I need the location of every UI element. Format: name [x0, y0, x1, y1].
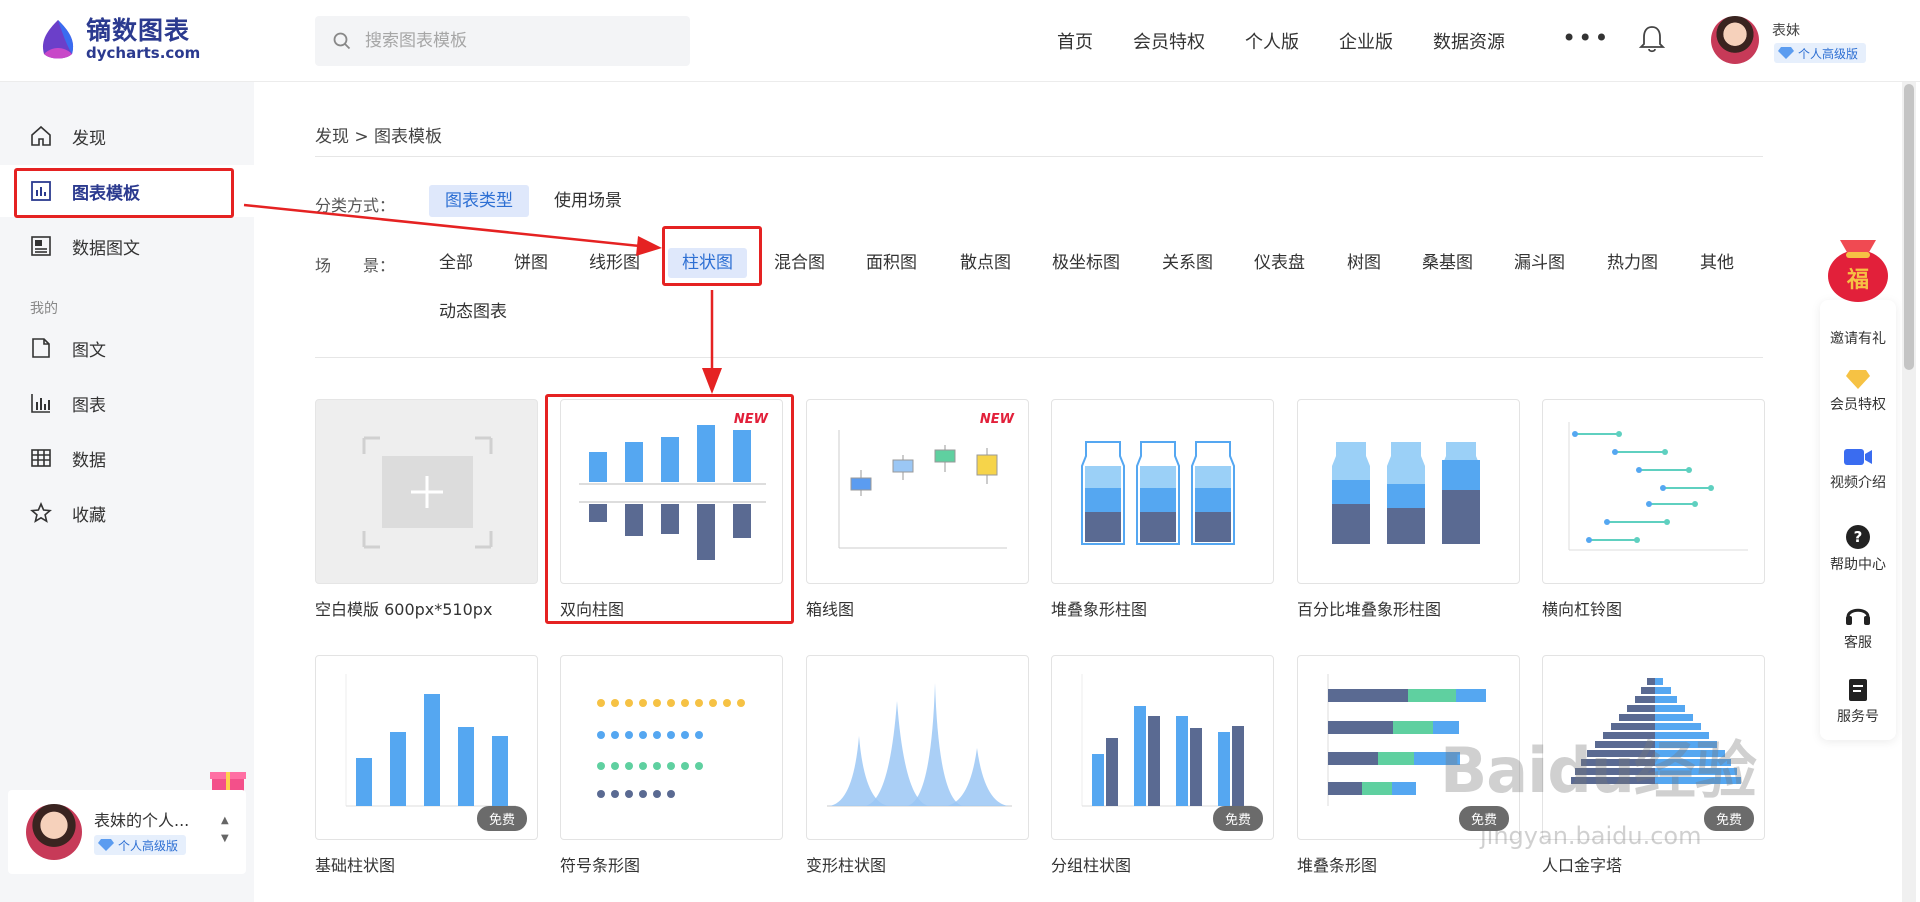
document-icon: [1849, 679, 1867, 701]
bottle-chart-thumbnail: [1081, 441, 1235, 545]
float-help[interactable]: ? 帮助中心: [1820, 524, 1896, 574]
template-card-symbol-bar[interactable]: [560, 655, 783, 840]
free-badge: 免费: [1212, 806, 1263, 831]
floating-toolbar: 邀请有礼 会员特权 视频介绍 ? 帮助中心 客服 服务号: [1820, 300, 1896, 740]
help-icon: ?: [1846, 525, 1870, 549]
float-label: 客服: [1844, 635, 1872, 651]
float-invite[interactable]: 邀请有礼: [1820, 328, 1896, 348]
template-title: 百分比堆叠象形柱图: [1297, 600, 1442, 619]
template-title: 基础柱状图: [315, 856, 396, 875]
template-card-dumbbell[interactable]: [1542, 399, 1765, 584]
float-video[interactable]: 视频介绍: [1820, 446, 1896, 492]
float-service-account[interactable]: 服务号: [1820, 678, 1896, 726]
highlight-bidirectional-bar: [545, 394, 794, 624]
template-title: 符号条形图: [560, 856, 641, 875]
template-title: 箱线图: [806, 600, 855, 619]
template-title: 变形柱状图: [806, 856, 887, 875]
template-card-boxplot[interactable]: NEW: [806, 399, 1029, 584]
template-card-basic-bar[interactable]: 免费: [315, 655, 538, 840]
svg-text:?: ?: [1854, 528, 1863, 546]
video-icon: [1844, 449, 1872, 465]
float-customer-service[interactable]: 客服: [1820, 602, 1896, 652]
scrollbar-thumb[interactable]: [1904, 84, 1914, 370]
template-title: 堆叠象形柱图: [1051, 600, 1148, 619]
template-title: 分组柱状图: [1051, 856, 1132, 875]
symbol-bar-thumbnail: [597, 699, 745, 798]
percent-bottle-chart-thumbnail: [1332, 442, 1480, 544]
template-card-grouped-bar[interactable]: 免费: [1051, 655, 1274, 840]
template-title: 横向杠铃图: [1542, 600, 1623, 619]
headset-icon: [1846, 608, 1870, 625]
boxplot-thumbnail: [838, 430, 1007, 549]
template-title: 堆叠条形图: [1297, 856, 1378, 875]
lucky-bag-text: 福: [1846, 267, 1869, 293]
shaped-bar-thumbnail: [827, 683, 1012, 807]
template-card-stacked-pictorial[interactable]: [1051, 399, 1274, 584]
float-label: 会员特权: [1830, 397, 1886, 413]
float-label: 服务号: [1837, 709, 1879, 725]
add-icon: [362, 436, 493, 549]
watermark-sub: jingyan.baidu.com: [1480, 822, 1702, 850]
template-card-percent-stacked-pictorial[interactable]: [1297, 399, 1520, 584]
float-label: 邀请有礼: [1830, 331, 1886, 347]
new-badge: NEW: [979, 412, 1014, 427]
free-badge: 免费: [476, 806, 527, 831]
float-label: 视频介绍: [1830, 475, 1886, 491]
diamond-icon: [1846, 370, 1870, 389]
lucky-bag-icon[interactable]: 福: [1818, 226, 1898, 306]
dumbbell-thumbnail: [1568, 422, 1748, 551]
template-card-shaped-bar[interactable]: [806, 655, 1029, 840]
template-title: 人口金字塔: [1542, 856, 1623, 875]
template-card-blank[interactable]: [315, 399, 538, 584]
watermark: Baidu经验: [1440, 734, 1757, 807]
template-title: 空白模版 600px*510px: [315, 600, 493, 619]
float-vip[interactable]: 会员特权: [1820, 368, 1896, 414]
float-label: 帮助中心: [1830, 557, 1886, 573]
